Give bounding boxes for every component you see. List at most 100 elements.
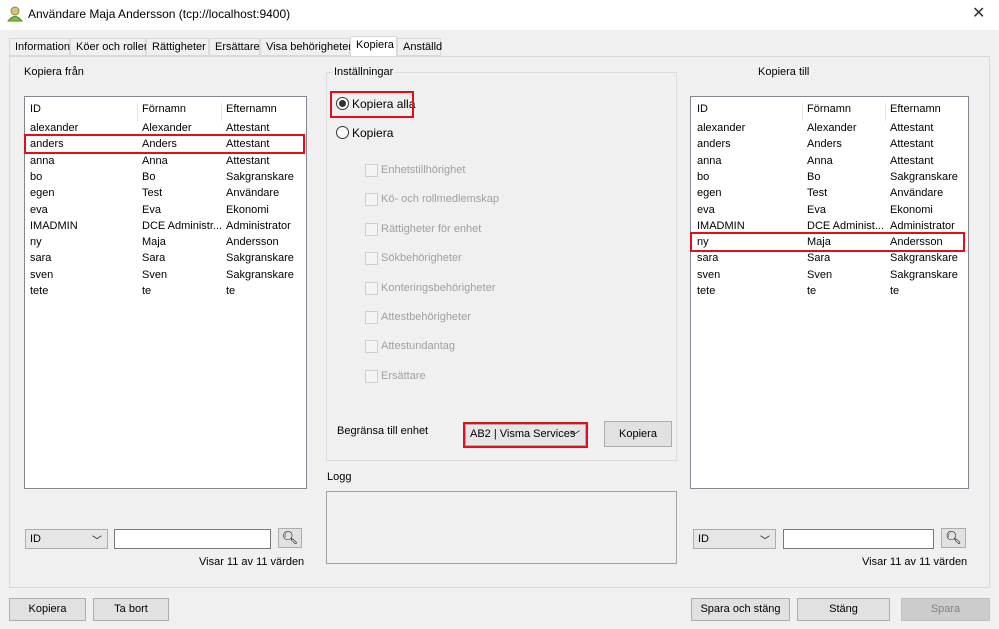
table-row[interactable]: eva Eva Ekonomi bbox=[691, 203, 968, 219]
highlight-box bbox=[330, 91, 414, 118]
table-row[interactable]: egen Test Användare bbox=[25, 186, 306, 202]
to-search-button[interactable]: 🔍︎ bbox=[941, 528, 966, 548]
cell: sara bbox=[30, 252, 52, 265]
table-row[interactable]: anna Anna Attestant bbox=[691, 154, 968, 170]
cell: Anna bbox=[807, 154, 833, 167]
table-row[interactable]: IMADMIN DCE Administr... Administrator bbox=[25, 219, 306, 235]
cell: Attestant bbox=[226, 122, 270, 134]
table-row[interactable]: tete te te bbox=[25, 284, 306, 300]
column-divider[interactable] bbox=[802, 103, 803, 121]
table-row[interactable]: tete te te bbox=[691, 284, 968, 300]
table-row[interactable]: egen Test Användare bbox=[691, 186, 968, 202]
checkbox[interactable] bbox=[365, 164, 378, 177]
cell: sven bbox=[30, 268, 54, 281]
from-search-input[interactable] bbox=[114, 529, 271, 549]
cell: bo bbox=[30, 170, 43, 183]
column-header[interactable]: Efternamn bbox=[890, 103, 941, 115]
cell: anna bbox=[30, 154, 55, 167]
copy-button[interactable]: Kopiera bbox=[9, 598, 86, 621]
settings-copy-button[interactable]: Kopiera bbox=[604, 421, 672, 447]
checkbox[interactable] bbox=[365, 222, 378, 236]
table-row[interactable]: anders Anders Attestant bbox=[691, 137, 968, 153]
checkbox[interactable] bbox=[365, 311, 378, 324]
column-divider[interactable] bbox=[221, 103, 222, 121]
column-header[interactable]: ID bbox=[30, 103, 41, 115]
table-row[interactable]: bo Bo Sakgranskare bbox=[691, 170, 968, 186]
cell: anders bbox=[697, 138, 731, 151]
from-filter-field-value: ID bbox=[30, 533, 41, 545]
save-and-close-button[interactable]: Spara och stäng bbox=[691, 598, 790, 621]
from-filter-field-select[interactable]: ID ﹀ bbox=[25, 529, 108, 549]
from-search-button[interactable]: 🔍︎ bbox=[278, 528, 302, 548]
table-row[interactable]: sven Sven Sakgranskare bbox=[25, 268, 306, 284]
checkbox-label: Attestundantag bbox=[381, 340, 456, 353]
to-filter-field-select[interactable]: ID ﹀ bbox=[693, 529, 776, 549]
chevron-down-icon: ﹀ bbox=[92, 536, 102, 547]
cell: Ekonomi bbox=[890, 203, 933, 216]
cell: tete bbox=[697, 285, 716, 297]
tab-ersättare[interactable]: Ersättare bbox=[209, 38, 260, 56]
cell: Maja bbox=[142, 236, 166, 249]
tab-anställd[interactable]: Anställd bbox=[397, 38, 442, 56]
title-bar: Användare Maja Andersson (tcp://localhos… bbox=[0, 0, 999, 30]
settings-title: Inställningar bbox=[332, 66, 396, 78]
table-row[interactable]: anna Anna Attestant bbox=[25, 154, 306, 170]
cell: ny bbox=[30, 236, 42, 249]
tab-köer-och-roller[interactable]: Köer och roller bbox=[70, 38, 148, 56]
search-icon: 🔍︎ bbox=[281, 530, 299, 545]
to-search-input[interactable] bbox=[783, 529, 934, 549]
copy-selected-radio[interactable] bbox=[336, 126, 349, 139]
copy-from-list[interactable]: ID Förnamn Efternamn alexander Alexander Atte… bbox=[24, 96, 307, 489]
from-status: Visar 11 av 11 värden bbox=[199, 556, 305, 568]
table-row[interactable]: sara Sara Sakgranskare bbox=[691, 251, 968, 267]
table-row[interactable]: sara Sara Sakgranskare bbox=[25, 251, 306, 267]
remove-button[interactable]: Ta bort bbox=[93, 598, 169, 621]
table-row[interactable]: sven Sven Sakgranskare bbox=[691, 268, 968, 284]
cell: Sven bbox=[807, 268, 833, 281]
copy-to-list[interactable]: ID Förnamn Efternamn alexander Alexander Atte… bbox=[690, 96, 969, 489]
cell: Attestant bbox=[890, 138, 934, 151]
tab-information[interactable]: Information bbox=[9, 38, 70, 56]
column-header[interactable]: Förnamn bbox=[142, 103, 186, 115]
table-row[interactable]: ny Maja Andersson bbox=[25, 235, 306, 251]
checkbox[interactable] bbox=[365, 369, 378, 383]
cell: IMADMIN bbox=[30, 219, 78, 232]
checkbox[interactable] bbox=[365, 252, 378, 266]
table-row[interactable]: bo Bo Sakgranskare bbox=[25, 170, 306, 186]
to-status: Visar 11 av 11 värden bbox=[862, 556, 968, 568]
tab-visa-behörigheter[interactable]: Visa behörigheter bbox=[260, 38, 352, 56]
highlight-box bbox=[24, 134, 305, 155]
search-icon: 🔍︎ bbox=[945, 530, 962, 545]
log-box[interactable] bbox=[326, 491, 677, 564]
tab-rättigheter[interactable]: Rättigheter bbox=[146, 38, 209, 56]
copy-to-title: Kopiera till bbox=[758, 66, 810, 78]
checkbox-label: Attestbehörigheter bbox=[381, 311, 471, 323]
column-header[interactable]: ID bbox=[697, 103, 708, 115]
cell: DCE Administ... bbox=[807, 219, 885, 232]
table-row[interactable]: alexander Alexander Attestant bbox=[691, 121, 968, 137]
column-divider[interactable] bbox=[137, 103, 138, 121]
cell: alexander bbox=[697, 122, 746, 134]
tab-kopiera[interactable]: Kopiera bbox=[350, 36, 397, 57]
user-icon bbox=[7, 6, 23, 22]
checkbox[interactable] bbox=[365, 340, 378, 354]
cell: Sakgranskare bbox=[226, 252, 294, 265]
column-header[interactable]: Förnamn bbox=[807, 103, 851, 115]
cell: eva bbox=[30, 203, 48, 216]
column-divider[interactable] bbox=[885, 103, 886, 121]
checkbox[interactable] bbox=[365, 193, 378, 207]
cell: sven bbox=[697, 268, 721, 281]
checkbox-label: Rättigheter för enhet bbox=[381, 222, 482, 235]
checkbox[interactable] bbox=[365, 281, 378, 295]
close-button[interactable]: Stäng bbox=[797, 598, 890, 621]
checkbox-label: Kö- och rollmedlemskap bbox=[381, 193, 499, 206]
table-row[interactable]: eva Eva Ekonomi bbox=[25, 203, 306, 219]
cell: Eva bbox=[142, 203, 161, 216]
cell: Attestant bbox=[890, 154, 934, 167]
cell: Sven bbox=[142, 268, 168, 281]
cell: Administrator bbox=[890, 219, 955, 232]
cell: IMADMIN bbox=[697, 219, 745, 232]
column-header[interactable]: Efternamn bbox=[226, 103, 277, 115]
save-button[interactable]: Spara bbox=[901, 598, 990, 621]
close-icon[interactable]: ✕ bbox=[972, 3, 985, 23]
